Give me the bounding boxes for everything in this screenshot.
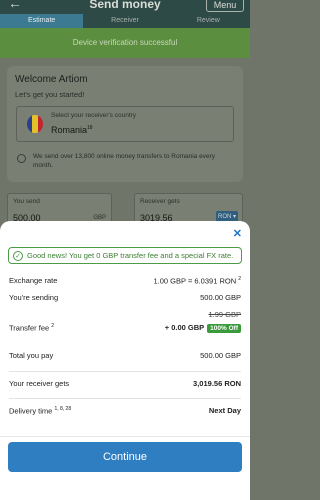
exchange-rate-label: Exchange rate [9,276,58,285]
tab-receiver[interactable]: Receiver [83,14,166,28]
delivery-label: Delivery time 1, 8, 28 [9,406,72,416]
romania-flag-icon [27,115,43,133]
verification-banner: Device verification successful [0,28,250,58]
send-label: You send [13,198,40,205]
menu-button[interactable]: Menu [206,0,244,12]
transfer-fee-value: + 0.00 GBP 100% Off [165,323,241,333]
transfer-note: We send over 13,800 online money transfe… [33,153,215,169]
country-selector[interactable]: Select your receiver's country Romania18 [16,106,234,142]
step-tabs: Estimate Receiver Review [0,14,250,28]
check-circle-icon: ✓ [13,251,23,261]
sending-label: You're sending [9,293,59,302]
sending-value: 500.00 GBP [200,293,241,302]
tab-review[interactable]: Review [167,14,250,28]
discount-badge: 100% Off [207,324,241,333]
continue-button[interactable]: Continue [8,442,242,472]
welcome-heading: Welcome Artiom [15,74,88,85]
tab-estimate[interactable]: Estimate [0,14,84,28]
delivery-value: Next Day [208,406,241,415]
transfer-fee-label: Transfer fee 2 [9,323,55,333]
promo-banner: ✓ Good news! You get 0 GBP transfer fee … [8,247,242,264]
sheet-footer: Continue [0,436,250,500]
welcome-subheading: Let's get you started! [15,90,85,99]
close-icon[interactable]: ✕ [233,227,242,240]
receiver-gets-value: 3,019.56 RON [193,379,241,388]
promo-text: Good news! You get 0 GBP transfer fee an… [27,251,234,260]
receive-label: Receiver gets [140,198,180,205]
divider [9,371,241,372]
country-value: Romania18 [51,125,93,135]
country-label: Select your receiver's country [51,112,137,119]
total-label: Total you pay [9,351,54,360]
app-header: ← Send money Menu [0,0,250,14]
receiver-gets-label: Your receiver gets [9,379,70,388]
total-value: 500.00 GBP [200,351,241,360]
lightbulb-icon [17,154,26,163]
divider [9,398,241,399]
welcome-card: Welcome Artiom Let's get you started! Se… [7,66,243,182]
exchange-rate-value: 1.00 GBP = 6.0391 RON 2 [153,276,242,286]
old-fee-value: 1.99 GBP [208,310,241,319]
